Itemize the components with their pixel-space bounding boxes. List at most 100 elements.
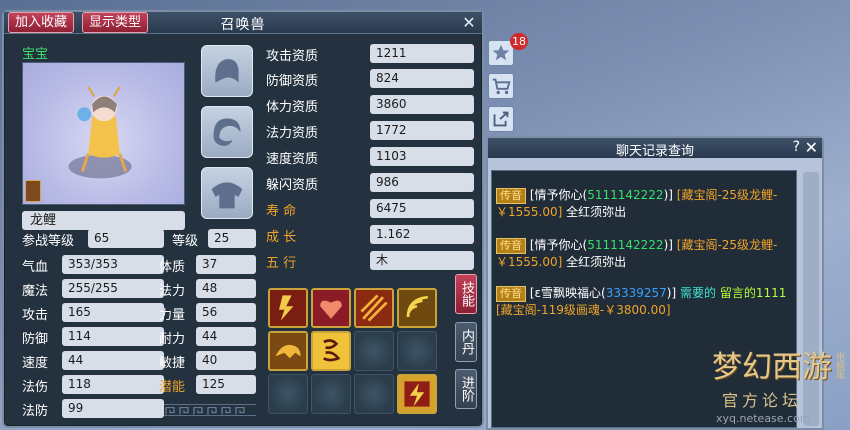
apt-value-dodge: 986 (370, 173, 474, 192)
lifespan-value: 6475 (370, 199, 474, 218)
skill-slot-10[interactable] (311, 374, 351, 414)
cart-button[interactable] (488, 73, 514, 99)
stat-value-speed: 44 (62, 351, 164, 370)
apt-value-mana: 1772 (370, 121, 474, 140)
pet-portrait (22, 62, 185, 205)
message-text: 全红须弥出 (566, 205, 627, 219)
pet-name-field[interactable]: 龙鲤 (22, 211, 185, 230)
stat-value-mp: 255/255 (62, 279, 164, 298)
signal-skill-icon (399, 290, 435, 326)
element-value: 木 (370, 251, 474, 270)
stat-value-end: 44 (196, 327, 256, 346)
tab-skills[interactable]: 技能 (455, 274, 477, 314)
chat-titlebar[interactable]: 聊天记录查询 ? ✕ (488, 138, 822, 159)
close-icon[interactable]: ✕ (805, 138, 818, 157)
skill-slot-7[interactable] (354, 331, 394, 371)
item-link[interactable]: [藏宝阁-119级画魂-￥3800.00] (496, 303, 671, 317)
level-value: 25 (208, 229, 256, 248)
skill-slot-6[interactable] (311, 331, 351, 371)
stat-value-defense: 114 (62, 327, 164, 346)
stat-label-end: 耐力 (159, 332, 186, 347)
sender-suffix: )] (663, 238, 673, 252)
broadcast-tag: 传音 (496, 286, 526, 302)
skill-slot-3[interactable] (354, 288, 394, 328)
stat-value-agi: 40 (196, 351, 256, 370)
battle-level-value: 65 (88, 229, 164, 248)
stat-label-mag-dmg: 法伤 (22, 380, 49, 395)
sender-suffix: )] (663, 188, 673, 202)
stat-label-mag-def: 法防 (22, 404, 49, 419)
collar-slot-icon (213, 118, 241, 146)
apt-value-hp: 3860 (370, 95, 474, 114)
favorites-badge: 18 (510, 33, 528, 50)
sender-name[interactable]: [ε雪飘映福心( (530, 286, 606, 300)
close-icon[interactable]: ✕ (460, 14, 478, 32)
stat-label-potential: 潜能 (159, 380, 186, 395)
stat-label-str: 力量 (159, 308, 186, 323)
broadcast-tag: 传音 (496, 188, 526, 204)
stat-label-agi: 敏捷 (159, 356, 186, 371)
sender-name[interactable]: [情予你心( (530, 238, 587, 252)
stat-label-hp: 气血 (22, 260, 49, 275)
skill-slot-12[interactable] (397, 374, 437, 414)
skill-slot-4[interactable] (397, 288, 437, 328)
share-button[interactable] (488, 106, 514, 132)
message-text-b: 留言的1111 (719, 286, 787, 300)
chat-message: 传音 [情予你心(5111142222)] [藏宝阁-25级龙鲤-￥1555.0… (496, 187, 796, 221)
stat-label-mp: 魔法 (22, 284, 49, 299)
equip-slot-collar[interactable] (201, 106, 253, 158)
tab-neidan[interactable]: 内丹 (455, 322, 477, 362)
sender-suffix: )] (666, 286, 677, 300)
message-text: 全红须弥出 (566, 255, 627, 269)
thunder-skill-icon (270, 290, 306, 326)
skill-slot-11[interactable] (354, 374, 394, 414)
skill-slot-8[interactable] (397, 331, 437, 371)
pet-figure-icon (68, 86, 132, 179)
heart-skill-icon (313, 290, 349, 326)
tab-advance[interactable]: 进阶 (455, 369, 477, 409)
window-title: 召唤兽 (220, 17, 266, 33)
message-text: 需要的 (679, 286, 716, 300)
show-type-button[interactable]: 显示类型 (82, 12, 149, 33)
level-label: 等级 (172, 234, 199, 249)
beast-skill-icon (270, 333, 306, 369)
stat-label-attack: 攻击 (22, 308, 49, 323)
armor-slot-icon (211, 182, 243, 209)
skill-slot-1[interactable] (268, 288, 308, 328)
game-logo: 梦幻西游 官方论坛 xyq.netease.com 电脑版 (706, 342, 846, 428)
rune-skill-icon (313, 333, 349, 369)
stat-value-hp: 353/353 (62, 255, 164, 274)
lightning-skill-icon (399, 376, 435, 412)
logo-title: 梦幻西游 (712, 350, 832, 385)
share-icon (493, 111, 509, 127)
helmet-slot-icon (215, 59, 239, 83)
skill-slot-5[interactable] (268, 331, 308, 371)
apt-label-attack: 攻击资质 (266, 49, 319, 64)
apt-label-hp: 体力资质 (266, 100, 319, 115)
cart-icon (492, 78, 511, 95)
book-icon[interactable] (25, 180, 41, 202)
apt-label-mana: 法力资质 (266, 126, 319, 141)
pet-titlebar[interactable]: 召唤兽 ✕ (4, 12, 482, 34)
equip-slot-helmet[interactable] (201, 45, 253, 97)
add-favorite-button[interactable]: 加入收藏 (8, 12, 75, 33)
help-icon[interactable]: ? (793, 139, 800, 155)
skill-slot-2[interactable] (311, 288, 351, 328)
logo-url: xyq.netease.com (716, 412, 811, 425)
growth-value: 1.162 (370, 225, 474, 244)
pet-window: 召唤兽 ✕ 加入收藏 显示类型 宝宝 龙鲤 攻击资质 1211 防御资质 824… (2, 10, 484, 428)
apt-label-dodge: 躲闪资质 (266, 178, 319, 193)
stat-label-defense: 防御 (22, 332, 49, 347)
skill-slot-9[interactable] (268, 374, 308, 414)
sender-id: 5111142222 (587, 238, 664, 252)
star-icon (492, 44, 510, 61)
stat-label-con: 体质 (159, 260, 186, 275)
claw-skill-icon (356, 290, 392, 326)
sender-name[interactable]: [情予你心( (530, 188, 587, 202)
chat-message: 传音 [情予你心(5111142222)] [藏宝阁-25级龙鲤-￥1555.0… (496, 237, 796, 271)
equip-slot-armor[interactable] (201, 167, 253, 219)
stat-label-speed: 速度 (22, 356, 49, 371)
chat-message: 传音 [ε雪飘映福心(33339257)] 需要的 留言的1111 [藏宝阁-1… (496, 285, 796, 319)
sender-id: 5111142222 (587, 188, 664, 202)
battle-level-label: 参战等级 (22, 234, 75, 249)
